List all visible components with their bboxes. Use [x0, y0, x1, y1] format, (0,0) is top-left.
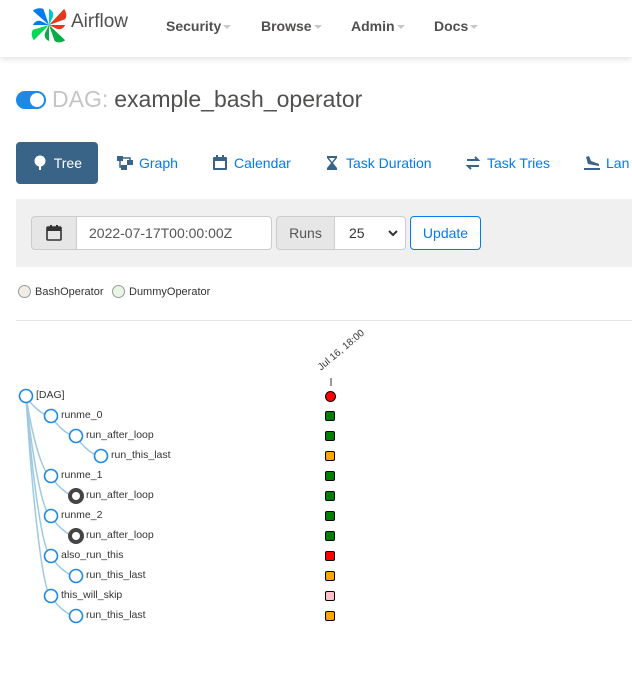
tree-link	[25, 395, 52, 557]
runs-label: Runs	[276, 216, 335, 250]
task-instance-status[interactable]	[325, 531, 335, 541]
dag-pause-toggle[interactable]	[16, 90, 46, 109]
top-navbar: Airflow Security Browse Admin Docs	[0, 0, 632, 57]
tab-calendar-label: Calendar	[234, 155, 291, 171]
caret-down-icon	[313, 25, 322, 30]
tree-link	[25, 395, 52, 597]
task-instance-status[interactable]	[325, 571, 335, 581]
legend-swatch	[112, 285, 125, 298]
tree-node-toggle[interactable]	[68, 568, 84, 584]
brand-name: Airflow	[71, 11, 129, 32]
base-date-input[interactable]: 2022-07-17T00:00:00Z	[76, 216, 272, 250]
tree-node-toggle[interactable]	[18, 388, 34, 404]
calendar-icon	[46, 225, 62, 241]
tree-node-toggle[interactable]	[68, 528, 84, 544]
tab-task-duration[interactable]: Task Duration	[323, 142, 432, 184]
update-button[interactable]: Update	[410, 216, 481, 250]
dag-run-status[interactable]	[325, 391, 336, 402]
tree-node-toggle[interactable]	[68, 608, 84, 624]
tree-node-toggle[interactable]	[68, 488, 84, 504]
tree-task-label[interactable]: runme_2	[61, 509, 102, 521]
graph-icon	[116, 154, 134, 172]
tab-graph-label: Graph	[139, 155, 178, 171]
airflow-logo[interactable]: Airflow	[30, 6, 128, 44]
tree-task-label[interactable]: run_after_loop	[86, 489, 154, 501]
tab-landing-times[interactable]: Lan	[583, 142, 629, 184]
calendar-icon	[211, 154, 229, 172]
task-instance-status[interactable]	[325, 431, 335, 441]
tree-node-toggle[interactable]	[43, 468, 59, 484]
nav-security-label: Security	[166, 18, 222, 34]
tab-tree[interactable]: Tree	[16, 142, 98, 184]
tree-task-label[interactable]: run_after_loop	[86, 529, 154, 541]
filter-bar: 2022-07-17T00:00:00Z Runs 25 Update	[16, 199, 632, 267]
nav-browse-label: Browse	[261, 18, 312, 34]
legend-bash-operator: BashOperator	[18, 285, 103, 298]
tree-node-toggle[interactable]	[43, 588, 59, 604]
tree-task-label[interactable]: also_run_this	[61, 549, 123, 561]
run-date-label: Jul 16, 18:00	[315, 327, 367, 373]
task-instance-status[interactable]	[325, 451, 335, 461]
date-picker-button[interactable]	[31, 216, 77, 250]
task-instance-status[interactable]	[325, 551, 335, 561]
nav-security[interactable]: Security	[166, 18, 232, 34]
tab-calendar[interactable]: Calendar	[211, 142, 291, 184]
tree-link	[25, 395, 52, 517]
tree-node-toggle[interactable]	[43, 508, 59, 524]
nav-docs[interactable]: Docs	[434, 18, 479, 34]
hourglass-icon	[323, 154, 341, 172]
tree-task-label[interactable]: run_after_loop	[86, 429, 154, 441]
task-instance-status[interactable]	[325, 611, 335, 621]
tab-task-tries-label: Task Tries	[487, 155, 551, 171]
caret-down-icon	[223, 25, 232, 30]
tree-node-toggle[interactable]	[93, 448, 109, 464]
task-instance-status[interactable]	[325, 491, 335, 501]
nav-admin-label: Admin	[351, 18, 395, 34]
task-instance-status[interactable]	[325, 411, 335, 421]
tree-node-toggle[interactable]	[43, 408, 59, 424]
tree-icon	[32, 154, 49, 172]
caret-down-icon	[396, 25, 405, 30]
landing-icon	[583, 154, 601, 172]
legend-dummy-operator: DummyOperator	[112, 285, 210, 298]
tree-task-label[interactable]: runme_0	[61, 409, 102, 421]
nav-docs-label: Docs	[434, 18, 469, 34]
tree-link	[25, 395, 52, 477]
chevron-down-icon	[388, 230, 398, 237]
caret-down-icon	[470, 25, 479, 30]
tree-node-toggle[interactable]	[43, 548, 59, 564]
tree-task-label[interactable]: [DAG]	[36, 389, 65, 401]
tree-task-label[interactable]: runme_1	[61, 469, 102, 481]
tab-graph[interactable]: Graph	[116, 142, 178, 184]
task-instance-status[interactable]	[325, 471, 335, 481]
tree-task-label[interactable]: run_this_last	[86, 569, 146, 581]
divider	[16, 320, 632, 321]
retry-icon	[464, 154, 482, 172]
tree-task-label[interactable]: this_will_skip	[61, 589, 122, 601]
tree-task-label[interactable]: run_this_last	[86, 609, 146, 621]
num-runs-value: 25	[349, 225, 365, 241]
legend-label: BashOperator	[35, 285, 104, 298]
tab-tree-label: Tree	[53, 155, 82, 171]
tab-task-duration-label: Task Duration	[346, 155, 432, 171]
legend-label: DummyOperator	[129, 285, 211, 298]
tree-task-label[interactable]: run_this_last	[111, 449, 171, 461]
dag-header: DAG: example_bash_operator	[16, 86, 362, 113]
tree-node-toggle[interactable]	[68, 428, 84, 444]
tab-landing-times-label: Lan	[606, 155, 630, 171]
num-runs-select[interactable]: 25	[334, 216, 406, 250]
tab-task-tries[interactable]: Task Tries	[464, 142, 550, 184]
task-instance-status[interactable]	[325, 591, 335, 601]
airflow-pinwheel-icon	[31, 8, 67, 43]
legend-swatch	[18, 285, 31, 298]
nav-admin[interactable]: Admin	[351, 18, 405, 34]
dag-prefix: DAG:	[52, 86, 109, 112]
nav-browse[interactable]: Browse	[261, 18, 322, 34]
task-instance-status[interactable]	[325, 511, 335, 521]
dag-name: example_bash_operator	[114, 86, 363, 112]
